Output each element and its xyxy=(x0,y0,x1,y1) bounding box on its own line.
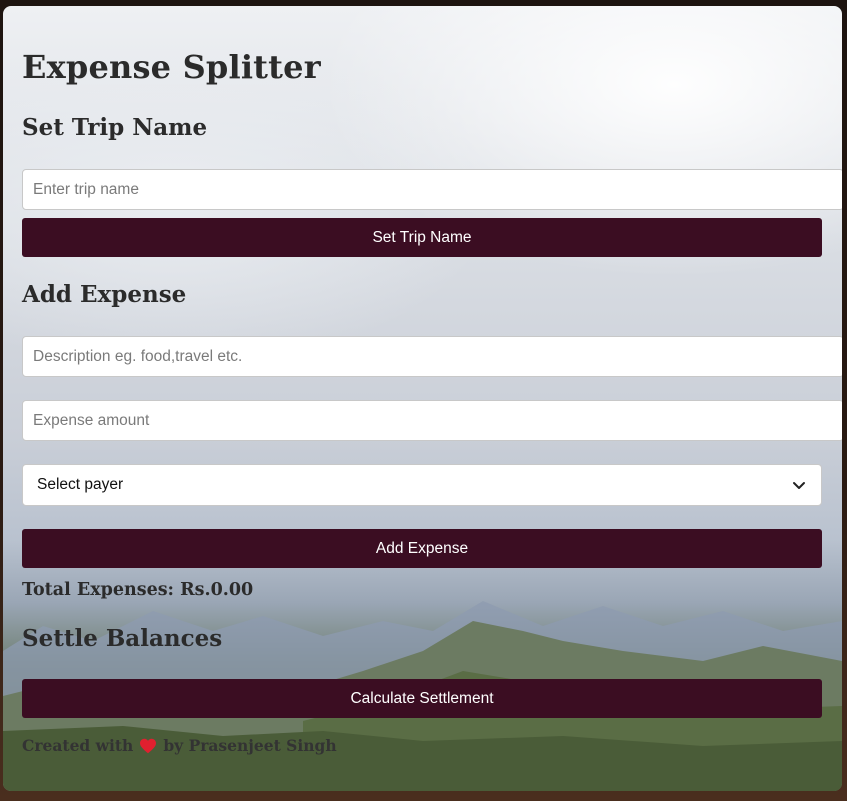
footer-suffix: by Prasenjeet Singh xyxy=(163,736,337,755)
page-title: Expense Splitter xyxy=(22,48,321,86)
description-input[interactable] xyxy=(22,336,842,377)
add-expense-button[interactable]: Add Expense xyxy=(22,529,822,568)
amount-input[interactable] xyxy=(22,400,842,441)
footer-prefix: Created with xyxy=(22,736,134,755)
heart-icon xyxy=(140,738,157,753)
settle-section-heading: Settle Balances xyxy=(22,625,223,652)
chevron-down-icon xyxy=(793,482,805,489)
calculate-settlement-button[interactable]: Calculate Settlement xyxy=(22,679,822,718)
footer-credit: Created with by Prasenjeet Singh xyxy=(22,736,337,755)
payer-select-value: Select payer xyxy=(37,476,124,493)
payer-select[interactable]: Select payer xyxy=(22,464,822,506)
trip-section-heading: Set Trip Name xyxy=(22,114,208,141)
app-card: Expense Splitter Set Trip Name Set Trip … xyxy=(3,6,842,791)
set-trip-name-button[interactable]: Set Trip Name xyxy=(22,218,822,257)
trip-name-input[interactable] xyxy=(22,169,842,210)
expense-section-heading: Add Expense xyxy=(22,281,187,308)
app-content: Expense Splitter Set Trip Name Set Trip … xyxy=(3,6,842,791)
total-expenses: Total Expenses: Rs.0.00 xyxy=(22,580,254,600)
